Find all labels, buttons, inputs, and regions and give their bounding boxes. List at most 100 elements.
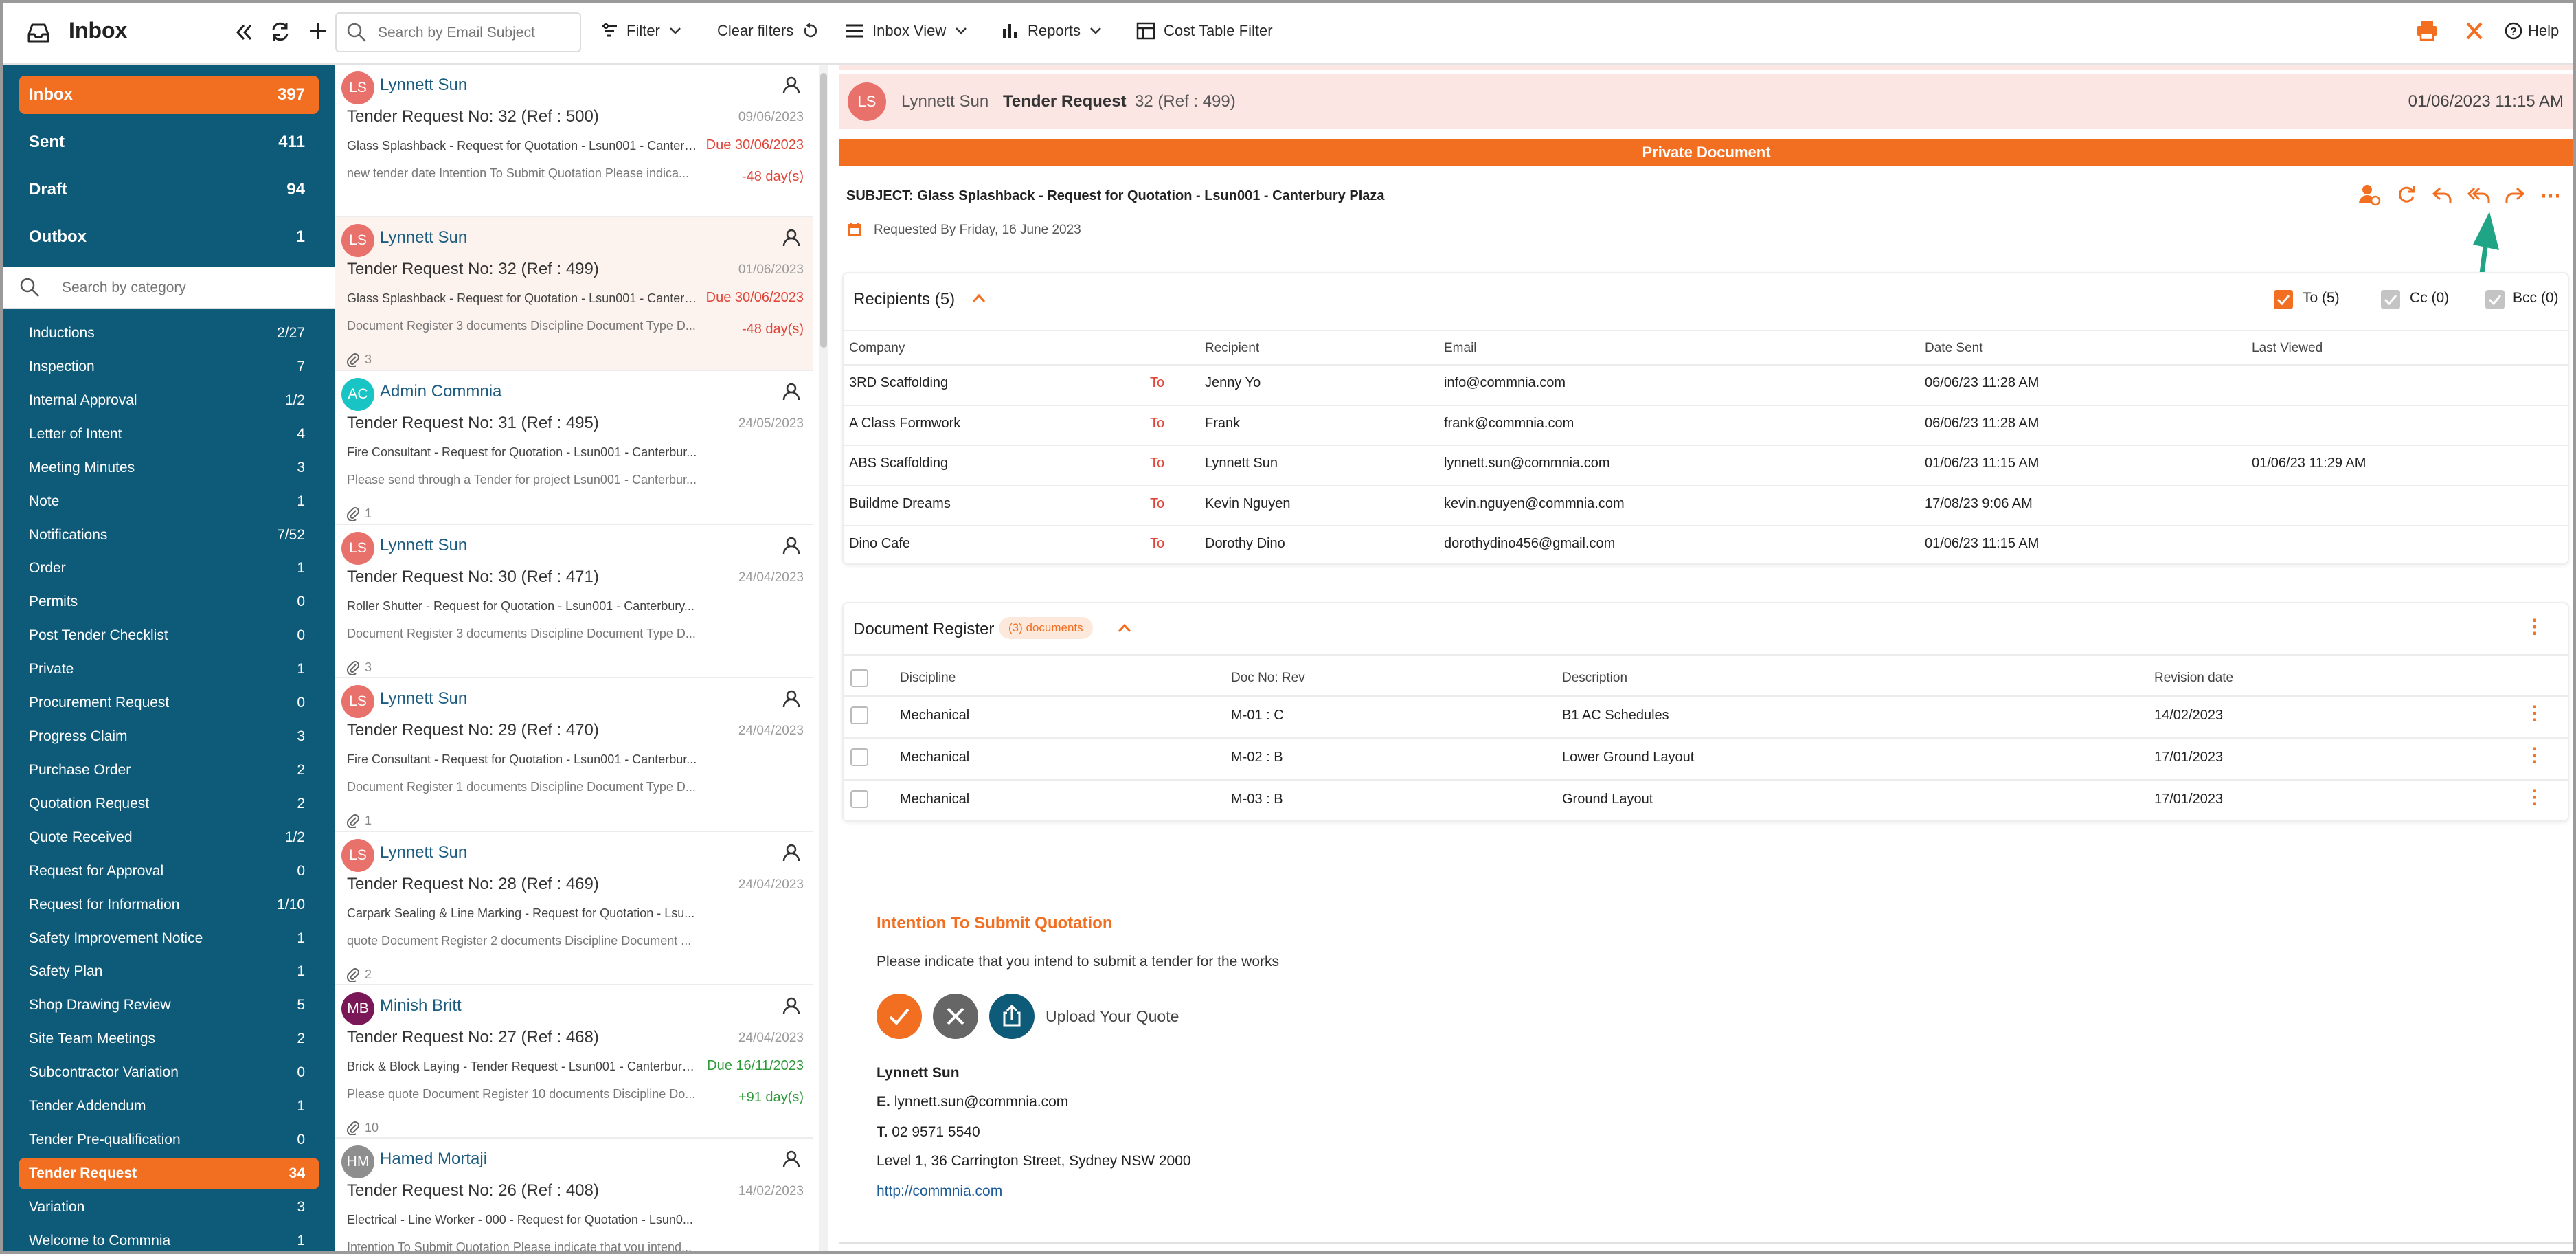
forward-icon[interactable]	[2505, 186, 2525, 205]
mail-item[interactable]: LS Lynnett Sun Tender Request No: 29 (Ref …	[335, 678, 813, 832]
category-item[interactable]: Letter of Intent 4	[19, 419, 319, 449]
category-item[interactable]: Request for Approval 0	[19, 856, 319, 886]
mail-item[interactable]: MB Minish Britt Tender Request No: 27 (Ref…	[335, 985, 813, 1139]
category-item[interactable]: Safety Improvement Notice 1	[19, 923, 319, 954]
category-item[interactable]: Welcome to Commnia 1	[19, 1226, 319, 1251]
category-search-box[interactable]	[3, 267, 335, 309]
bcc-checkbox[interactable]	[2485, 290, 2505, 309]
category-item[interactable]: Request for Information 1/10	[19, 890, 319, 920]
decline-x-button[interactable]	[933, 994, 978, 1039]
email-search-box[interactable]	[335, 12, 581, 52]
accept-check-button[interactable]	[877, 994, 922, 1039]
category-item[interactable]: Meeting Minutes 3	[19, 453, 319, 483]
mail-item[interactable]: LS Lynnett Sun Tender Request No: 28 (Ref …	[335, 832, 813, 985]
user-icon[interactable]	[782, 536, 801, 555]
user-icon[interactable]	[782, 1150, 801, 1169]
kebab-menu-icon[interactable]: ⋮	[2525, 617, 2544, 636]
signature-website-link[interactable]: http://commnia.com	[877, 1183, 1002, 1200]
document-row[interactable]: Mechanical M-03 : B Ground Layout 17/01/202…	[844, 779, 2568, 820]
row-checkbox[interactable]	[850, 706, 868, 724]
to-checkbox[interactable]	[2274, 290, 2293, 309]
category-item[interactable]: Tender Request 34	[19, 1158, 319, 1189]
mail-list-scrollbar[interactable]	[819, 65, 828, 1251]
user-icon[interactable]	[782, 996, 801, 1016]
cost-table-filter-button[interactable]: Cost Table Filter	[1136, 22, 1273, 40]
category-item[interactable]: Inspection 7	[19, 352, 319, 382]
category-item[interactable]: Variation 3	[19, 1192, 319, 1222]
category-item[interactable]: Permits 0	[19, 587, 319, 617]
collapse-sidebar-icon[interactable]	[234, 22, 254, 43]
document-row[interactable]: Mechanical M-02 : B Lower Ground Layout 17/…	[844, 737, 2568, 779]
category-item[interactable]: Quote Received 1/2	[19, 822, 319, 853]
category-item[interactable]: Private 1	[19, 654, 319, 684]
mail-item[interactable]: LS Lynnett Sun Tender Request No: 30 (Ref …	[335, 525, 813, 678]
excel-export-icon[interactable]	[2465, 21, 2484, 41]
recipient-row[interactable]: Dino Cafe To Dorothy Dino dorothydino456@gm…	[844, 525, 2568, 565]
filter-button[interactable]: Filter	[600, 22, 682, 40]
user-icon[interactable]	[782, 76, 801, 95]
category-item[interactable]: Inductions 2/27	[19, 318, 319, 348]
kebab-menu-icon[interactable]: ⋮	[2525, 787, 2544, 807]
document-row[interactable]: Mechanical M-01 : C B1 AC Schedules 14/02/2…	[844, 695, 2568, 737]
discipline-cell: Mechanical	[900, 792, 970, 807]
category-item[interactable]: Safety Plan 1	[19, 956, 319, 987]
help-button[interactable]: ? Help	[2505, 22, 2559, 40]
scrollbar-thumb[interactable]	[820, 73, 827, 348]
category-count: 5	[297, 997, 305, 1014]
row-checkbox[interactable]	[850, 748, 868, 766]
mail-item[interactable]: AC Admin Commnia Tender Request No: 31 (Re…	[335, 371, 813, 525]
assign-user-icon[interactable]	[2358, 183, 2381, 206]
refresh-icon[interactable]	[269, 21, 291, 43]
category-search-input[interactable]	[62, 280, 309, 296]
cc-checkbox[interactable]	[2381, 290, 2400, 309]
recipient-row[interactable]: 3RD Scaffolding To Jenny Yo info@commnia.co…	[844, 364, 2568, 404]
upload-quote-button[interactable]	[989, 994, 1035, 1039]
recipient-row[interactable]: ABS Scaffolding To Lynnett Sun lynnett.sun@…	[844, 445, 2568, 484]
folder-sent[interactable]: Sent 411	[19, 123, 319, 161]
category-item[interactable]: Notifications 7/52	[19, 520, 319, 550]
email-search-input[interactable]	[378, 23, 570, 43]
chevron-up-icon[interactable]	[1117, 623, 1132, 634]
kebab-menu-icon[interactable]: ⋮	[2525, 746, 2544, 765]
category-item[interactable]: Procurement Request 0	[19, 688, 319, 718]
folder-inbox[interactable]: Inbox 397	[19, 76, 319, 114]
reply-all-icon[interactable]	[2467, 186, 2491, 205]
category-item[interactable]: Note 1	[19, 486, 319, 517]
category-item[interactable]: Subcontractor Variation 0	[19, 1057, 319, 1088]
user-icon[interactable]	[782, 382, 801, 401]
category-item[interactable]: Order 1	[19, 553, 319, 583]
mail-item[interactable]: LS Lynnett Sun Tender Request No: 32 (Ref …	[335, 217, 813, 371]
refresh-icon[interactable]	[2396, 184, 2417, 205]
user-icon[interactable]	[782, 843, 801, 862]
reports-button[interactable]: Reports	[1002, 22, 1103, 40]
category-item[interactable]: Site Team Meetings 2	[19, 1024, 319, 1054]
mail-item[interactable]: HM Hamed Mortaji Tender Request No: 26 (Re…	[335, 1139, 813, 1251]
category-item[interactable]: Post Tender Checklist 0	[19, 620, 319, 651]
folder-draft[interactable]: Draft 94	[19, 170, 319, 209]
category-item[interactable]: Quotation Request 2	[19, 789, 319, 819]
category-item[interactable]: Progress Claim 3	[19, 721, 319, 752]
row-checkbox[interactable]	[850, 790, 868, 808]
category-item[interactable]: Tender Addendum 1	[19, 1091, 319, 1121]
mail-item[interactable]: LS Lynnett Sun Tender Request No: 32 (Ref …	[335, 65, 813, 217]
category-item[interactable]: Purchase Order 2	[19, 755, 319, 785]
folder-outbox[interactable]: Outbox 1	[19, 218, 319, 256]
upload-quote-label[interactable]: Upload Your Quote	[1046, 1007, 1179, 1026]
recipient-row[interactable]: A Class Formwork To Frank frank@commnia.com…	[844, 405, 2568, 445]
clear-filters-button[interactable]: Clear filters	[717, 22, 818, 40]
recipient-row[interactable]: Buildme Dreams To Kevin Nguyen kevin.nguyen…	[844, 485, 2568, 525]
select-all-checkbox[interactable]	[850, 669, 868, 687]
reply-icon[interactable]	[2432, 186, 2452, 205]
category-item[interactable]: Shop Drawing Review 5	[19, 990, 319, 1020]
compose-plus-icon[interactable]	[308, 21, 328, 41]
divider	[844, 330, 2568, 331]
user-icon[interactable]	[782, 228, 801, 247]
more-options-icon[interactable]: ⋯	[2540, 184, 2562, 208]
user-icon[interactable]	[782, 689, 801, 708]
printer-icon[interactable]	[2415, 19, 2439, 41]
inbox-view-button[interactable]: Inbox View	[845, 22, 968, 40]
category-item[interactable]: Internal Approval 1/2	[19, 385, 319, 416]
kebab-menu-icon[interactable]: ⋮	[2525, 704, 2544, 723]
chevron-up-icon[interactable]	[971, 293, 986, 304]
category-item[interactable]: Tender Pre-qualification 0	[19, 1125, 319, 1155]
